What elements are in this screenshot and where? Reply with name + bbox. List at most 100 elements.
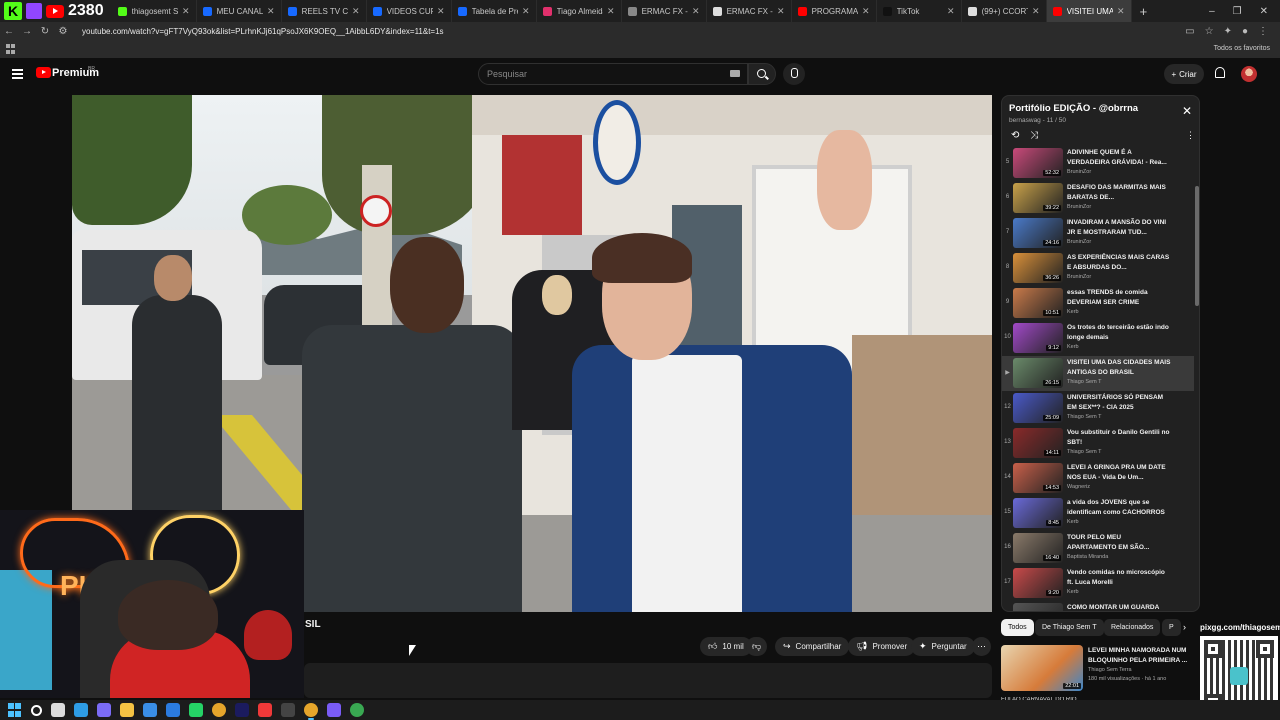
close-tab-icon[interactable]: ✕ bbox=[267, 6, 275, 17]
voice-search-icon[interactable] bbox=[783, 63, 805, 85]
site-info-icon[interactable]: ⚙ bbox=[54, 26, 72, 37]
recommendation-channel[interactable]: Thiago Sem Terra bbox=[1088, 667, 1132, 673]
task-view-icon[interactable] bbox=[51, 703, 65, 717]
all-favorites-link[interactable]: Todos os favoritos bbox=[1214, 45, 1270, 52]
playlist-item-title[interactable]: LEVEI A GRINGA PRA UM DATE NOS EUA - Vid… bbox=[1067, 463, 1172, 482]
search-button[interactable] bbox=[748, 63, 776, 85]
obs-icon[interactable] bbox=[281, 703, 295, 717]
edge-icon[interactable] bbox=[74, 703, 88, 717]
new-tab-button[interactable]: + bbox=[1132, 4, 1156, 19]
search-icon[interactable] bbox=[31, 704, 42, 716]
loop-icon[interactable]: ⟲ bbox=[1011, 130, 1019, 141]
extensions-icon[interactable]: ✦ bbox=[1224, 26, 1232, 37]
playlist-item-thumbnail[interactable]: 9:20 bbox=[1013, 568, 1063, 598]
playlist-item-thumbnail[interactable]: 9:12 bbox=[1013, 323, 1063, 353]
keyboard-icon[interactable] bbox=[730, 70, 740, 77]
playlist-item-thumbnail[interactable]: 39:22 bbox=[1013, 183, 1063, 213]
browser-tab[interactable]: Tiago Almeida (@o ✕ bbox=[537, 0, 622, 22]
maximize-button[interactable]: ❐ bbox=[1233, 6, 1242, 17]
playlist-item-title[interactable]: VISITEI UMA DAS CIDADES MAIS ANTIGAS DO … bbox=[1067, 358, 1172, 377]
playlist-item[interactable]: 14 14:53 LEVEI A GRINGA PRA UM DATE NOS EU… bbox=[1002, 461, 1194, 496]
playlist-item[interactable]: 15 8:45 a vida dos JOVENS que se identific… bbox=[1002, 496, 1194, 531]
mail-icon[interactable] bbox=[166, 703, 180, 717]
kick-icon[interactable]: K bbox=[4, 2, 22, 20]
account-avatar[interactable] bbox=[1241, 66, 1257, 82]
chrome-active-icon[interactable] bbox=[304, 703, 318, 720]
vivaldi-icon[interactable] bbox=[258, 703, 272, 717]
search-input[interactable]: Pesquisar bbox=[478, 63, 748, 85]
app-grid-icon[interactable] bbox=[327, 703, 341, 717]
close-tab-icon[interactable]: ✕ bbox=[1117, 6, 1125, 17]
playlist-item-thumbnail[interactable]: 36:26 bbox=[1013, 253, 1063, 283]
cast-icon[interactable]: ▭ bbox=[1185, 26, 1194, 37]
playlist-item[interactable]: 10 9:12 Os trotes do terceirão estão indo … bbox=[1002, 321, 1194, 356]
playlist-item-title[interactable]: COMO MONTAR UM GUARDA bbox=[1067, 603, 1172, 611]
close-playlist-icon[interactable]: ✕ bbox=[1182, 104, 1192, 118]
playlist-item-title[interactable]: a vida dos JOVENS que se identificam com… bbox=[1067, 498, 1172, 517]
playlist-item-thumbnail[interactable]: 8:45 bbox=[1013, 498, 1063, 528]
apps-grid-icon[interactable] bbox=[6, 44, 16, 54]
close-tab-icon[interactable]: ✕ bbox=[862, 6, 870, 17]
playlist-item-thumbnail[interactable]: 24:16 bbox=[1013, 218, 1063, 248]
close-tab-icon[interactable]: ✕ bbox=[182, 6, 190, 17]
reload-icon[interactable]: ↻ bbox=[36, 26, 54, 37]
playlist-item[interactable]: 5 52:32 ADIVINHE QUEM É A VERDADEIRA GRÁVI… bbox=[1002, 146, 1194, 181]
browser-tab[interactable]: REELS TV CULTURA✕ bbox=[282, 0, 367, 22]
bookmark-star-icon[interactable]: ☆ bbox=[1205, 26, 1214, 37]
browser-tab[interactable]: VISITEI UMA DAS C✕ bbox=[1046, 0, 1132, 22]
chevron-right-icon[interactable]: › bbox=[1183, 622, 1186, 632]
youtube-logo-icon[interactable] bbox=[36, 67, 51, 78]
browser-tab[interactable]: PROGRAMA PÉ NA ✕ bbox=[792, 0, 877, 22]
playlist-title[interactable]: Portifólio EDIÇÃO - @obrrna bbox=[1009, 103, 1138, 114]
browser-menu-icon[interactable]: ⋮ bbox=[1258, 26, 1268, 37]
url-field[interactable]: youtube.com/watch?v=gFT7VyQ93ok&list=PLr… bbox=[82, 27, 1185, 36]
chip-from-channel[interactable]: De Thiago Sem T bbox=[1035, 619, 1104, 636]
playlist-item[interactable]: COMO MONTAR UM GUARDA bbox=[1002, 601, 1194, 611]
minimize-button[interactable]: – bbox=[1209, 6, 1215, 17]
close-tab-icon[interactable]: ✕ bbox=[352, 6, 360, 17]
playlist-item-title[interactable]: ADIVINHE QUEM É A VERDADEIRA GRÁVIDA! - … bbox=[1067, 148, 1172, 167]
forward-icon[interactable]: → bbox=[18, 26, 36, 37]
browser-tab[interactable]: thiagosemt Stream✕ bbox=[112, 0, 197, 22]
playlist-item-title[interactable]: essas TRENDS de comida DEVERIAM SER CRIM… bbox=[1067, 288, 1172, 307]
close-tab-icon[interactable]: ✕ bbox=[522, 6, 530, 17]
playlist-item-title[interactable]: Vou substituir o Danilo Gentili no SBT! bbox=[1067, 428, 1172, 447]
more-actions-button[interactable]: ⋯ bbox=[972, 637, 991, 656]
recommendation-title[interactable]: LEVEI MINHA NAMORADA NUM BLOQUINHO PELA … bbox=[1088, 646, 1191, 665]
playlist-scrollbar[interactable] bbox=[1195, 186, 1199, 306]
ask-button[interactable]: ✦ Perguntar bbox=[911, 637, 975, 656]
playlist-more-icon[interactable]: ⋮ bbox=[1186, 130, 1195, 141]
chip-all[interactable]: Todos bbox=[1001, 619, 1034, 636]
playlist-item-title[interactable]: UNIVERSITÁRIOS SÓ PENSAM EM SEX**? - CIA… bbox=[1067, 393, 1172, 412]
close-tab-icon[interactable]: ✕ bbox=[1032, 6, 1040, 17]
promote-button[interactable]: 📢︎ Promover bbox=[848, 637, 916, 656]
description-box[interactable] bbox=[304, 663, 992, 698]
youtube-icon[interactable] bbox=[46, 4, 64, 18]
close-tab-icon[interactable]: ✕ bbox=[607, 6, 615, 17]
recommendation-thumbnail[interactable]: 22:01 bbox=[1001, 645, 1083, 691]
browser-tab[interactable]: MEU CANAL : Beha ✕ bbox=[197, 0, 282, 22]
playlist-item[interactable]: 9 10:51 essas TRENDS de comida DEVERIAM SE… bbox=[1002, 286, 1194, 321]
back-icon[interactable]: ← bbox=[0, 26, 18, 37]
playlist-item[interactable]: 17 9:20 Vendo comidas no microscópio ft. L… bbox=[1002, 566, 1194, 601]
close-tab-icon[interactable]: ✕ bbox=[692, 6, 700, 17]
close-window-button[interactable]: ✕ bbox=[1260, 6, 1268, 17]
file-explorer-icon[interactable] bbox=[120, 703, 134, 717]
browser-tab[interactable]: ERMAC FX - PUBLIC ✕ bbox=[622, 0, 707, 22]
shuffle-icon[interactable]: ⤨ bbox=[1030, 130, 1038, 141]
store-icon[interactable] bbox=[143, 703, 157, 717]
playlist-item[interactable]: 6 39:22 DESAFIO DAS MARMITAS MAIS BARATAS … bbox=[1002, 181, 1194, 216]
browser-tab[interactable]: TikTok ✕ bbox=[877, 0, 962, 22]
close-tab-icon[interactable]: ✕ bbox=[437, 6, 445, 17]
close-tab-icon[interactable]: ✕ bbox=[777, 6, 785, 17]
copilot-icon[interactable] bbox=[97, 703, 111, 717]
playlist-item-title[interactable]: INVADIRAM A MANSÃO DO VINI JR E MOSTRARA… bbox=[1067, 218, 1172, 237]
playlist-item[interactable]: 12 25:09 UNIVERSITÁRIOS SÓ PENSAM EM SEX**… bbox=[1002, 391, 1194, 426]
dislike-button[interactable]: 👎︎ bbox=[746, 637, 768, 656]
playlist-item-title[interactable]: Vendo comidas no microscópio ft. Luca Mo… bbox=[1067, 568, 1172, 587]
playlist-item-thumbnail[interactable]: 14:11 bbox=[1013, 428, 1063, 458]
chrome-icon[interactable] bbox=[212, 703, 226, 717]
twitch-icon[interactable] bbox=[26, 3, 42, 19]
playlist-item-title[interactable]: TOUR PELO MEU APARTAMENTO EM SÃO... bbox=[1067, 533, 1172, 552]
playlist-item-thumbnail[interactable]: 14:53 bbox=[1013, 463, 1063, 493]
